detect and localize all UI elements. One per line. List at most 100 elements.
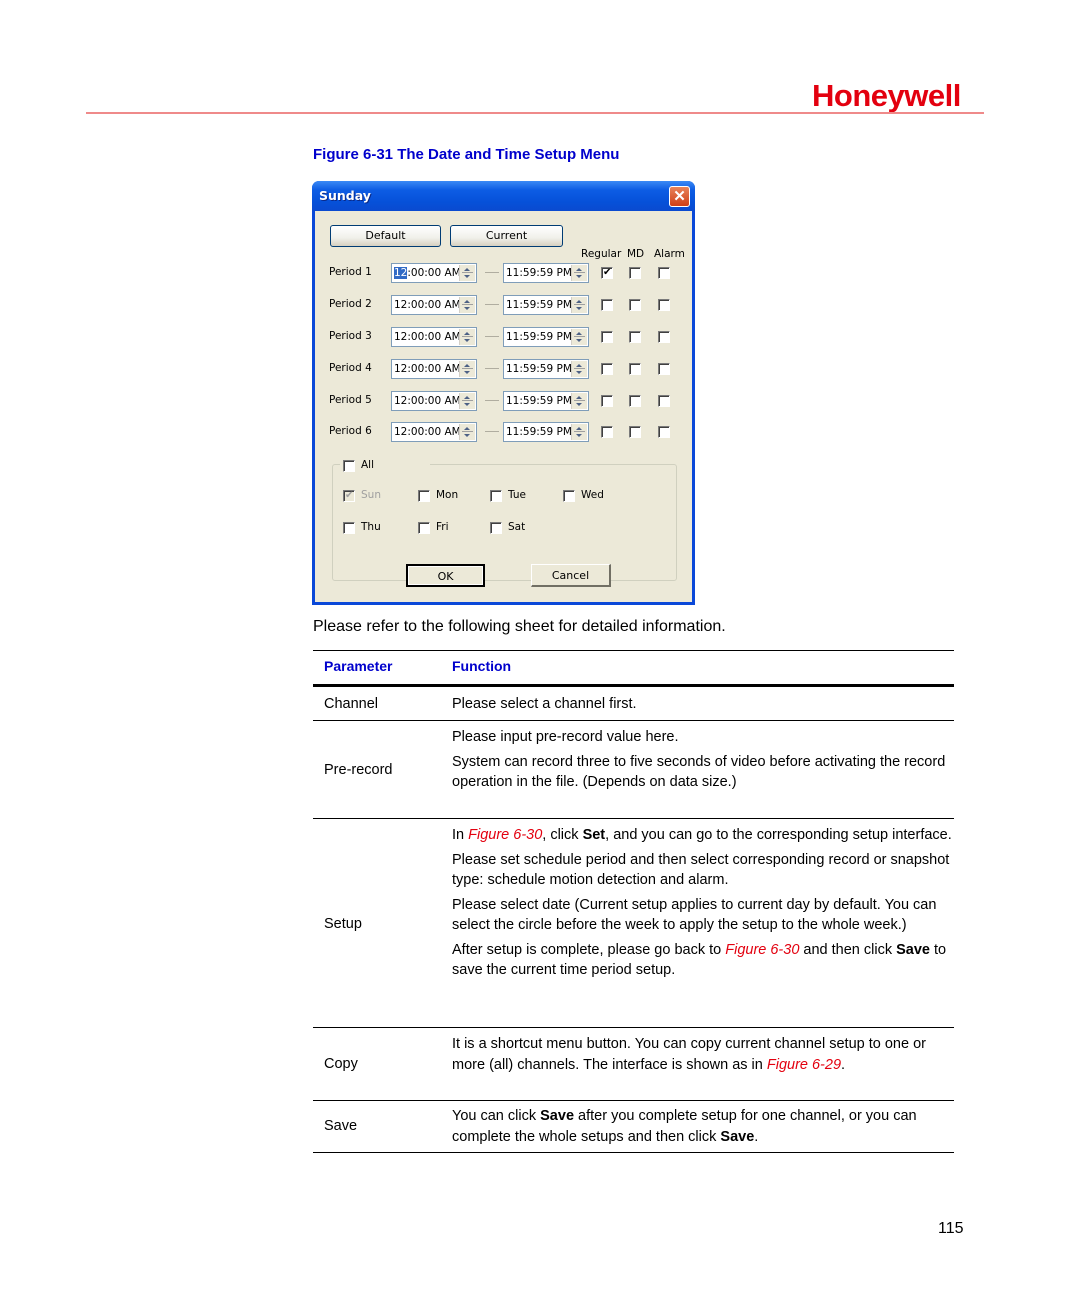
- close-button[interactable]: ✕: [669, 186, 690, 207]
- period-label: Period 6: [329, 425, 372, 437]
- period-regular-checkbox[interactable]: [601, 299, 613, 311]
- cancel-button[interactable]: Cancel: [531, 564, 611, 587]
- day-checkbox-thu[interactable]: [343, 522, 355, 534]
- all-checkbox[interactable]: [343, 460, 355, 472]
- spin-down-icon[interactable]: [576, 275, 582, 278]
- period-regular-checkbox[interactable]: [601, 426, 613, 438]
- day-label: Fri: [436, 521, 449, 533]
- period-md-checkbox[interactable]: [629, 267, 641, 279]
- end-time-spinner[interactable]: [571, 424, 587, 440]
- period-start-time-input[interactable]: 12:00:00 AM: [391, 263, 477, 283]
- spin-down-icon[interactable]: [464, 307, 470, 310]
- figure-6-29-link[interactable]: Figure 6-29: [767, 1057, 841, 1073]
- period-alarm-checkbox[interactable]: [658, 299, 670, 311]
- start-time-spinner[interactable]: [459, 265, 475, 281]
- period-alarm-checkbox[interactable]: [658, 395, 670, 407]
- spin-up-icon[interactable]: [464, 300, 470, 303]
- sunday-dialog: Sunday ✕ Default Current Regular MD Alar…: [312, 181, 695, 605]
- period-regular-checkbox[interactable]: [601, 267, 613, 279]
- spin-down-icon[interactable]: [576, 403, 582, 406]
- period-alarm-checkbox[interactable]: [658, 426, 670, 438]
- spin-up-icon[interactable]: [464, 427, 470, 430]
- day-checkbox-wed[interactable]: [563, 490, 575, 502]
- period-end-time-input[interactable]: 11:59:59 PM: [503, 422, 589, 442]
- end-time-spinner[interactable]: [571, 393, 587, 409]
- period-md-checkbox[interactable]: [629, 426, 641, 438]
- end-time-spinner[interactable]: [571, 361, 587, 377]
- period-start-time-input[interactable]: 12:00:00 AM: [391, 359, 477, 379]
- start-value: 12:00:00 AM: [394, 299, 461, 311]
- end-value: 11:59:59 PM: [506, 267, 572, 279]
- day-checkbox-mon[interactable]: [418, 490, 430, 502]
- default-button[interactable]: Default: [330, 225, 441, 247]
- end-time-spinner[interactable]: [571, 265, 587, 281]
- spin-down-icon[interactable]: [464, 434, 470, 437]
- spin-up-icon[interactable]: [464, 364, 470, 367]
- period-end-time-input[interactable]: 11:59:59 PM: [503, 295, 589, 315]
- text-run: .: [754, 1128, 759, 1145]
- figure-6-30-link[interactable]: Figure 6-30: [725, 942, 799, 958]
- current-button[interactable]: Current: [450, 225, 563, 247]
- function-text: It is a shortcut menu button. You can co…: [452, 1034, 952, 1075]
- day-checkbox-fri[interactable]: [418, 522, 430, 534]
- period-regular-checkbox[interactable]: [601, 363, 613, 375]
- period-alarm-checkbox[interactable]: [658, 267, 670, 279]
- spin-down-icon[interactable]: [576, 434, 582, 437]
- start-time-spinner[interactable]: [459, 424, 475, 440]
- spin-down-icon[interactable]: [464, 339, 470, 342]
- spin-up-icon[interactable]: [576, 300, 582, 303]
- figure-6-30-link[interactable]: Figure 6-30: [468, 827, 542, 843]
- spin-divider: [574, 431, 585, 432]
- row-rule: [313, 720, 954, 721]
- start-time-spinner[interactable]: [459, 329, 475, 345]
- period-start-time-input[interactable]: 12:00:00 AM: [391, 295, 477, 315]
- ok-button[interactable]: OK: [406, 564, 485, 587]
- end-time-spinner[interactable]: [571, 329, 587, 345]
- period-start-time-input[interactable]: 12:00:00 AM: [391, 327, 477, 347]
- table-header-rule: [313, 684, 954, 687]
- spin-up-icon[interactable]: [576, 396, 582, 399]
- spin-up-icon[interactable]: [464, 396, 470, 399]
- period-md-checkbox[interactable]: [629, 395, 641, 407]
- spin-up-icon[interactable]: [576, 364, 582, 367]
- period-end-time-input[interactable]: 11:59:59 PM: [503, 359, 589, 379]
- end-time-spinner[interactable]: [571, 297, 587, 313]
- alarm-column-header: Alarm: [654, 248, 685, 260]
- spin-down-icon[interactable]: [576, 339, 582, 342]
- period-alarm-checkbox[interactable]: [658, 363, 670, 375]
- text-run: , click: [542, 827, 583, 843]
- text-run: It is a shortcut menu button. You can co…: [452, 1036, 926, 1073]
- period-end-time-input[interactable]: 11:59:59 PM: [503, 263, 589, 283]
- period-alarm-checkbox[interactable]: [658, 331, 670, 343]
- selected-hour: 12: [394, 267, 408, 279]
- start-time-spinner[interactable]: [459, 393, 475, 409]
- period-regular-checkbox[interactable]: [601, 331, 613, 343]
- period-regular-checkbox[interactable]: [601, 395, 613, 407]
- spin-down-icon[interactable]: [464, 403, 470, 406]
- start-time-spinner[interactable]: [459, 297, 475, 313]
- spin-down-icon[interactable]: [464, 275, 470, 278]
- period-start-time-input[interactable]: 12:00:00 AM: [391, 391, 477, 411]
- dialog-titlebar[interactable]: Sunday ✕: [312, 181, 695, 211]
- spin-down-icon[interactable]: [464, 371, 470, 374]
- day-checkbox-sat[interactable]: [490, 522, 502, 534]
- period-end-time-input[interactable]: 11:59:59 PM: [503, 327, 589, 347]
- spin-up-icon[interactable]: [464, 332, 470, 335]
- period-md-checkbox[interactable]: [629, 331, 641, 343]
- period-end-time-input[interactable]: 11:59:59 PM: [503, 391, 589, 411]
- period-md-checkbox[interactable]: [629, 299, 641, 311]
- row-rule: [313, 818, 954, 819]
- text-run: In: [452, 827, 469, 843]
- spin-down-icon[interactable]: [576, 371, 582, 374]
- spin-down-icon[interactable]: [576, 307, 582, 310]
- spin-up-icon[interactable]: [576, 268, 582, 271]
- spin-up-icon[interactable]: [576, 332, 582, 335]
- period-label: Period 2: [329, 298, 372, 310]
- day-checkbox-tue[interactable]: [490, 490, 502, 502]
- header-parameter: Parameter: [324, 658, 393, 674]
- period-start-time-input[interactable]: 12:00:00 AM: [391, 422, 477, 442]
- start-time-spinner[interactable]: [459, 361, 475, 377]
- spin-up-icon[interactable]: [576, 427, 582, 430]
- spin-up-icon[interactable]: [464, 268, 470, 271]
- period-md-checkbox[interactable]: [629, 363, 641, 375]
